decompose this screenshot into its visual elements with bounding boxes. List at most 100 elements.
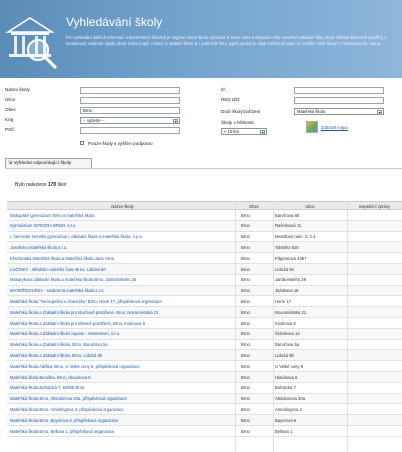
table-row: Mateřská škola Adélka, Brno, U Velké cen… (7, 361, 402, 372)
school-name-link[interactable]: Biskupské gymnázium Brno a mateřská škol… (10, 213, 235, 218)
region-select[interactable]: -- vyberte -- ▼ (80, 117, 180, 124)
school-street: Barvičova 5a (275, 342, 300, 348)
header-name: Název školy (111, 204, 134, 209)
school-name-link[interactable]: Mateřská škola Bořetická 7, 62800 Brno (10, 385, 235, 390)
school-name-link[interactable]: Mateřská škola Beruška, Brno, Hlavárova … (10, 375, 235, 380)
distance-select[interactable]: < 10 km ▼ (221, 128, 267, 135)
table-row: Mateřská škola Brno, Amerlingova 4, přís… (7, 404, 402, 416)
table-row: Mateřská škola Brno, Bellova 1, příspěvk… (7, 426, 402, 437)
school-name-link[interactable]: Mateřská škola Brno, Bellova 1, příspěvk… (10, 429, 235, 434)
chevron-down-icon: ▼ (173, 118, 178, 124)
street-label: Ulice (5, 97, 16, 102)
table-row: Mateřská škola "Na kopečku u zvonečku" B… (7, 296, 402, 308)
table-row: Josefinka mateřská škola s.r.o. Brno Tolst… (7, 242, 402, 254)
red-izo-field[interactable] (294, 97, 384, 104)
city-label: Obec (5, 107, 16, 112)
header-city: Obec (248, 204, 259, 209)
school-city: Brno (241, 363, 250, 369)
school-name-link[interactable]: Mateřská škola "Na kopečku u zvonečku" B… (10, 299, 235, 304)
school-street: Lidická 8b (275, 352, 294, 358)
result-number: 170 (47, 182, 57, 188)
school-street: Kosinova 8 (275, 320, 296, 326)
school-name-link[interactable]: LUČINKY - středisko volného času Brno, L… (10, 267, 235, 272)
table-header: Název školy Obec Ulice Inspekční zprávy (7, 201, 402, 210)
school-name-link[interactable]: MATEŘÍDOUŠKA - soukromá mateřská škola s… (10, 288, 235, 293)
school-name-link[interactable]: Mateřská škola a Základní škola Square -… (10, 331, 235, 336)
column-divider (347, 201, 348, 452)
school-name-link[interactable]: Mateřská škola Brno, Bayerova 6, příspěv… (10, 418, 235, 423)
results-table: Název školy Obec Ulice Inspekční zprávy … (7, 201, 402, 437)
school-street: Pilgramova 4397 (275, 255, 307, 261)
table-row: Mateřská škola a Základní škola pro těle… (7, 318, 402, 329)
school-name-link[interactable]: Mateřská škola Brno, Absolonova 20a, pří… (10, 396, 235, 401)
street-field[interactable] (80, 97, 180, 104)
red-izo-label: RED IZO (221, 97, 240, 102)
search-schools-button[interactable]: ⇲ Vyhledat odpovídající školy (5, 158, 92, 168)
school-name-link[interactable]: Gymnázium INTEGRA BRNO, s.r.o. (10, 223, 235, 228)
school-city: Brno (241, 266, 250, 272)
table-row: I. ňemecké zemské gymnázium, základní šk… (7, 232, 402, 243)
school-street: Amerlingova 4 (275, 406, 302, 412)
city-field[interactable]: Brno (80, 107, 180, 114)
table-row: LUČINKY - středisko volného času Brno, L… (7, 263, 402, 275)
school-name-link[interactable]: Mateřská škola a Základní škola pro sluc… (10, 310, 235, 315)
header-inspection: Inspekční zprávy (358, 204, 391, 209)
school-name-link[interactable]: Mateřská škola Adélka, Brno, U Velké cen… (10, 364, 235, 369)
search-form: Název školy Ulice Obec Brno Kraj -- vybe… (0, 84, 402, 152)
school-city: Brno (241, 331, 250, 337)
result-suffix: škol (57, 182, 67, 188)
school-name-link[interactable]: Josefinka mateřská škola s.r.o. (10, 245, 235, 250)
table-row: Mateřská škola a Základní škola Square -… (7, 328, 402, 340)
zip-field[interactable] (80, 127, 180, 134)
school-street: Bayerova 6 (275, 417, 297, 423)
column-divider (235, 201, 236, 452)
school-name-link[interactable]: Křesťanská Mateřská škola a Mateřská ško… (10, 256, 235, 261)
school-city: Brno (241, 417, 250, 423)
zip-label: PSČ (5, 127, 15, 132)
school-name-link[interactable]: Mateřská škola a Základní škola, Brno, L… (10, 353, 235, 358)
school-street: Šrámkova 14 (275, 331, 300, 337)
supported-checkbox[interactable] (80, 141, 84, 145)
school-name-link[interactable]: Mateřská škola a Základní škola, Brno, B… (10, 342, 235, 347)
school-street: Horní 17 (275, 298, 292, 304)
ic-field[interactable] (294, 87, 384, 94)
page-header: Vyhledávání školy Pro vyhledání dalších … (0, 0, 402, 78)
map-icon[interactable] (306, 121, 318, 133)
table-row: Masarykova základní škola a mateřská ško… (7, 275, 402, 286)
region-label: Kraj (5, 117, 14, 122)
table-row: Biskupské gymnázium Brno a mateřská škol… (7, 210, 402, 221)
school-city: Brno (241, 288, 250, 294)
school-street: Jiráskova 18 (275, 288, 299, 294)
school-city: Brno (241, 342, 250, 348)
show-map-link[interactable]: Zobrazit mapu (321, 125, 348, 130)
school-city: Brno (241, 234, 250, 240)
table-row: Mateřská škola a Základní škola pro sluc… (7, 307, 402, 318)
school-city: Brno (241, 298, 250, 304)
school-city: Brno (241, 255, 250, 261)
chevron-down-icon: ▼ (377, 109, 382, 115)
name-field[interactable] (80, 87, 180, 94)
school-city: Brno (241, 223, 250, 229)
school-city: Brno (241, 320, 250, 326)
distance-label: Školy v blízkosti (221, 120, 254, 125)
school-name-link[interactable]: I. ňemecké zemské gymnázium, základní šk… (10, 234, 235, 239)
school-city: Brno (241, 406, 250, 412)
table-row: Mateřská škola a Základní škola, Brno, B… (7, 340, 402, 351)
result-count: Bylo nalezeno 170 škol (15, 182, 66, 188)
name-label: Název školy (5, 87, 30, 92)
school-building-icon (5, 17, 57, 69)
school-street: Rašelinová 11 (275, 223, 302, 229)
school-city: Brno (241, 396, 250, 402)
table-row: MATEŘÍDOUŠKA - soukromá mateřská škola s… (7, 285, 402, 297)
school-street: Tolstého 620 (275, 244, 299, 250)
school-street: Mendlovo nám. 1/ 2.4 (275, 234, 316, 240)
table-row: Mateřská škola a Základní škola, Brno, L… (7, 350, 402, 362)
school-street: Absolonova 20a (275, 396, 306, 402)
school-name-link[interactable]: Mateřská škola Brno, Amerlingova 4, přís… (10, 407, 235, 412)
table-row: Gymnázium INTEGRA BRNO, s.r.o. Brno Rašeli… (7, 220, 402, 232)
school-name-link[interactable]: Mateřská škola a Základní škola pro těle… (10, 321, 235, 326)
school-street: Jamborského 29 (275, 277, 306, 283)
school-type-select[interactable]: Mateřská škola ▼ (294, 108, 384, 115)
school-name-link[interactable]: Masarykova základní škola a mateřská ško… (10, 277, 235, 282)
table-row: Mateřská škola Beruška, Brno, Hlavárova … (7, 371, 402, 383)
